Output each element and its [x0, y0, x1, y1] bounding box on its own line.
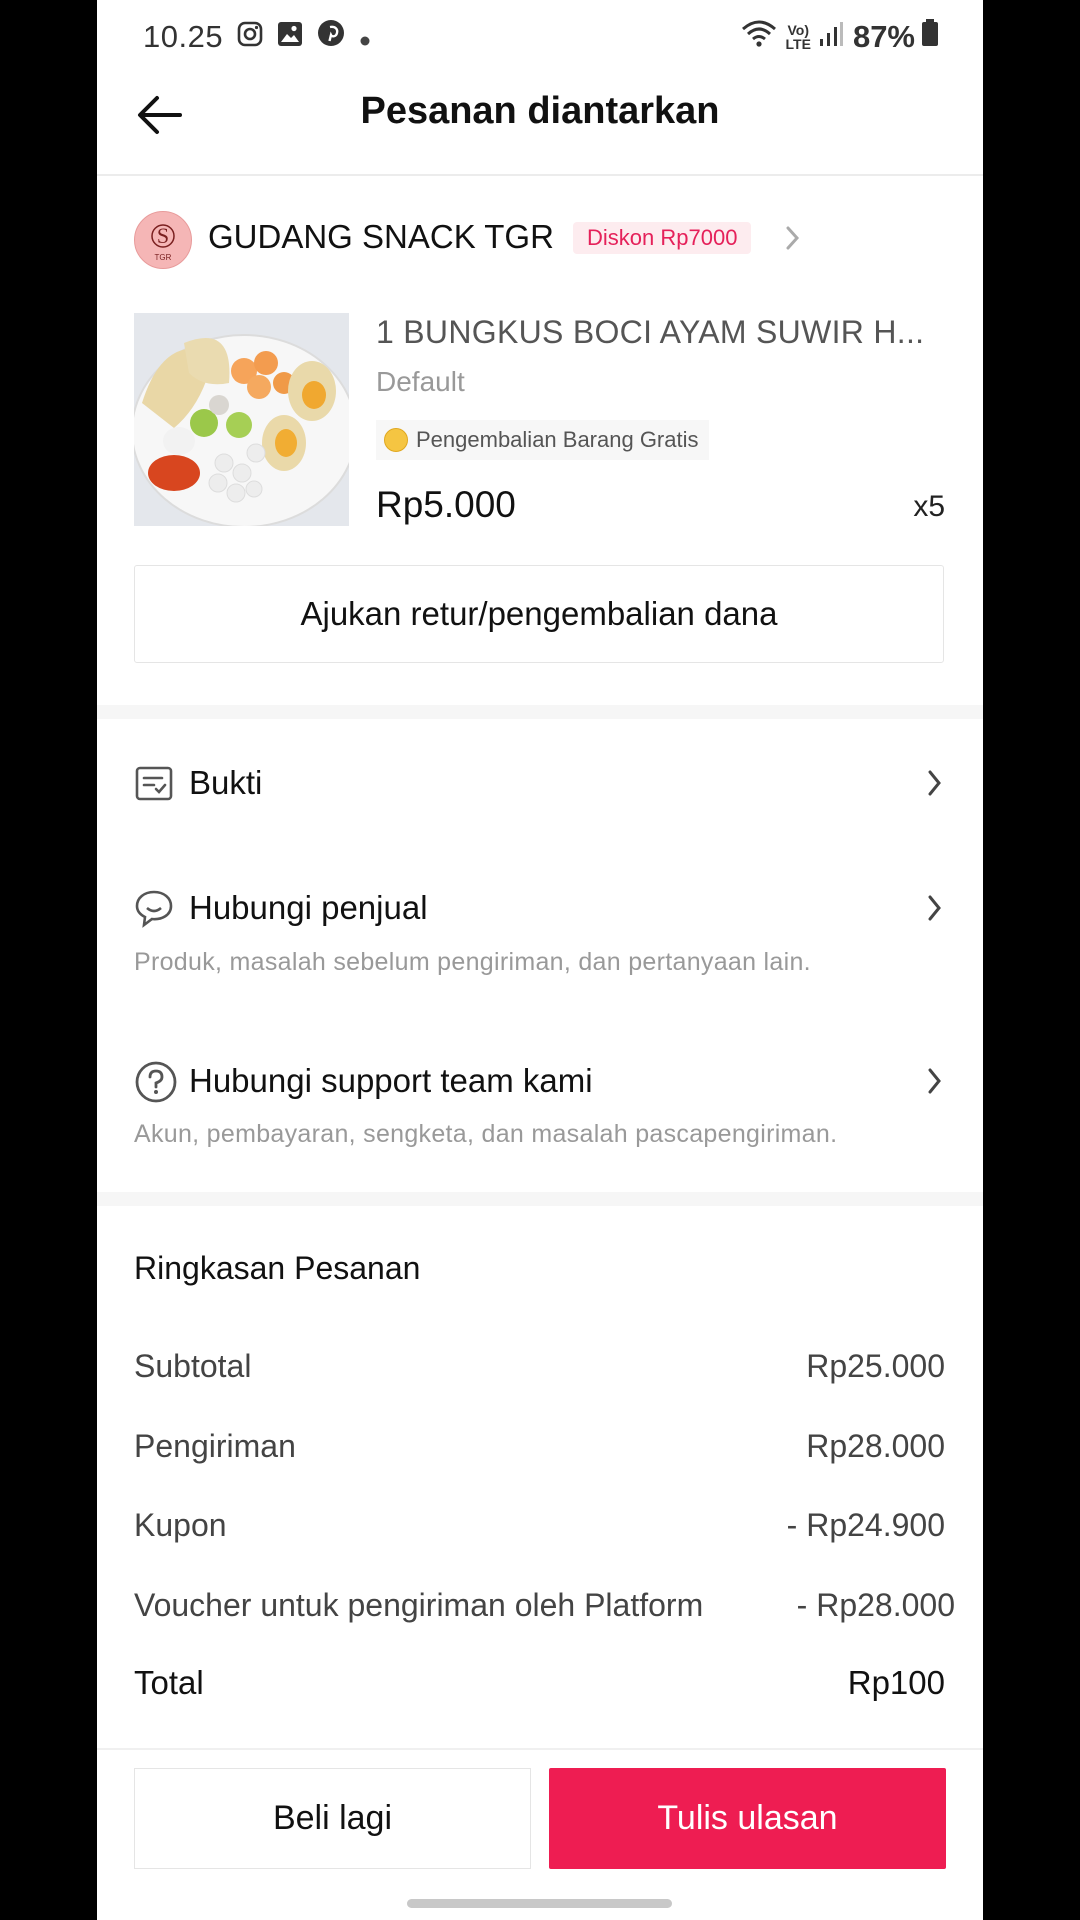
- section-gap: [97, 1192, 983, 1206]
- product-name[interactable]: 1 BUNGKUS BOCI AYAM SUWIR H...: [376, 314, 946, 351]
- chevron-right-icon: [926, 767, 944, 799]
- free-return-badge: Pengembalian Barang Gratis: [376, 420, 709, 460]
- summary-label: Voucher untuk pengiriman oleh Platform: [134, 1587, 704, 1623]
- summary-label: Subtotal: [134, 1348, 252, 1384]
- home-indicator[interactable]: [407, 1899, 672, 1908]
- header-divider: [97, 174, 983, 176]
- bottom-divider: [97, 1748, 983, 1750]
- svg-text:TGR: TGR: [155, 253, 172, 262]
- shop-logo-icon: S TGR: [151, 223, 175, 262]
- summary-value: - Rp24.900: [786, 1507, 945, 1543]
- pinterest-icon: [317, 19, 345, 55]
- write-review-button[interactable]: Tulis ulasan: [549, 1768, 946, 1869]
- product-variant: Default: [376, 366, 465, 397]
- dot-icon: [359, 19, 371, 55]
- coin-icon: [384, 428, 408, 452]
- menu-label-contact-support: Hubungi support team kami: [189, 1062, 593, 1099]
- status-time: 10.25: [143, 19, 224, 54]
- product-price: Rp5.000: [376, 484, 516, 525]
- chevron-right-icon[interactable]: [784, 222, 802, 254]
- summary-label: Kupon: [134, 1507, 227, 1543]
- battery-icon: [921, 19, 939, 55]
- product-image[interactable]: [134, 313, 349, 526]
- shop-logo[interactable]: S TGR: [134, 211, 192, 269]
- gallery-icon: [277, 19, 303, 55]
- refund-request-button[interactable]: Ajukan retur/pengembalian dana: [134, 565, 944, 663]
- help-icon: [134, 1060, 178, 1104]
- summary-value: - Rp28.000: [796, 1587, 955, 1623]
- total-value: Rp100: [847, 1664, 945, 1701]
- svg-text:S: S: [157, 223, 169, 248]
- status-bar: 10.25: [143, 16, 371, 58]
- section-gap: [97, 705, 983, 719]
- summary-label: Pengiriman: [134, 1428, 296, 1464]
- menu-label-bukti: Bukti: [189, 764, 263, 801]
- instagram-icon: [237, 19, 263, 55]
- product-quantity: x5: [913, 490, 945, 523]
- battery-percent: 87%: [852, 19, 915, 54]
- order-detail-screen: 10.25 Vo) LTE 87% Pesanan diantarkan S T…: [97, 0, 983, 1920]
- summary-value: Rp25.000: [806, 1348, 945, 1384]
- chat-icon: [134, 888, 174, 928]
- menu-label-contact-seller: Hubungi penjual: [189, 889, 428, 926]
- shop-name[interactable]: GUDANG SNACK TGR: [208, 218, 554, 256]
- page-title: Pesanan diantarkan: [360, 90, 720, 132]
- summary-title: Ringkasan Pesanan: [134, 1250, 421, 1286]
- free-return-label: Pengembalian Barang Gratis: [416, 427, 699, 452]
- signal-icon: [819, 19, 843, 55]
- volte-icon: Vo) LTE: [785, 22, 811, 52]
- menu-sub-contact-support: Akun, pembayaran, sengketa, dan masalah …: [134, 1120, 838, 1148]
- discount-badge: Diskon Rp7000: [573, 222, 752, 254]
- total-label: Total: [134, 1664, 204, 1701]
- receipt-icon: [134, 763, 174, 803]
- chevron-right-icon: [926, 892, 944, 924]
- chevron-right-icon: [926, 1065, 944, 1097]
- buy-again-button[interactable]: Beli lagi: [134, 1768, 531, 1869]
- status-right: Vo) LTE 87%: [740, 16, 939, 58]
- menu-sub-contact-seller: Produk, masalah sebelum pengiriman, dan …: [134, 948, 811, 976]
- food-bowl-image: [134, 313, 349, 526]
- wifi-icon: [740, 18, 778, 56]
- summary-value: Rp28.000: [806, 1428, 945, 1464]
